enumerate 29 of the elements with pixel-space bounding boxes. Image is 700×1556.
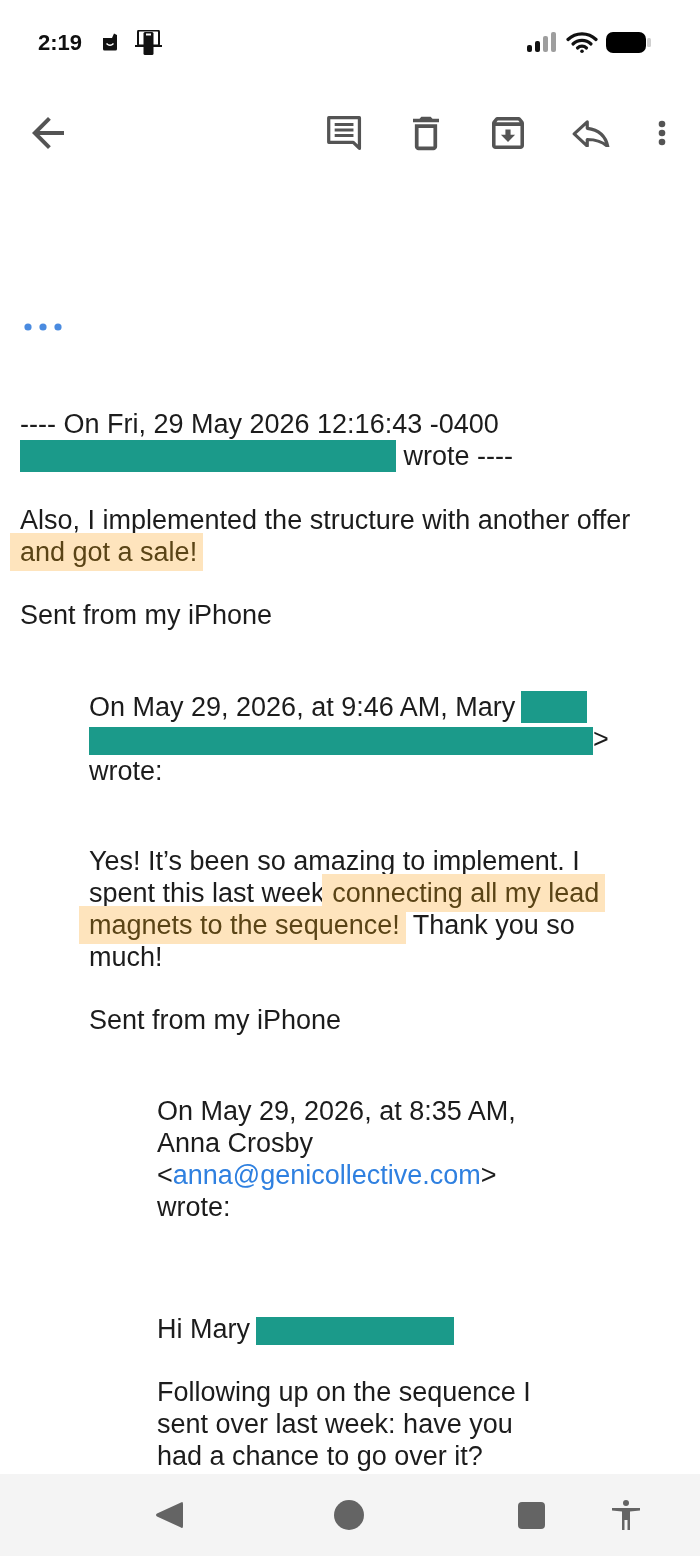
accessibility-icon — [612, 1500, 640, 1530]
quote-header-text: On May 29, 2026, at 8:35 AM, Anna Crosby <anna@genicollective.com> wrote: — [157, 1095, 517, 1223]
message-text: Following up on the sequence I sent over last week: have you had a chance to go over it? — [157, 1376, 532, 1472]
arrow-left-icon — [32, 117, 64, 149]
quote-header-text: ---- On Fri, 29 May 2026 12:16:43 -0400 wrote ---- — [20, 408, 514, 472]
circle-icon — [334, 1500, 364, 1530]
reply-arrow-icon — [572, 119, 610, 147]
message-text: Sent from my iPhone — [20, 599, 274, 631]
wifi-icon — [566, 31, 598, 53]
message-text: Hi Mary — [157, 1313, 552, 1345]
ellipsis-icon — [24, 323, 62, 331]
smiley-bag-icon — [102, 33, 119, 51]
status-time: 2:19 — [38, 28, 83, 57]
quote-header-text: On May 29, 2026, at 9:46 AM, Mary > wrote: — [89, 691, 610, 787]
highlighted-text: connecting all my lead — [322, 874, 606, 912]
trash-icon — [413, 115, 439, 151]
vertical-dots-icon — [658, 120, 666, 146]
email-link[interactable]: anna@genicollective.com — [172, 1160, 481, 1190]
battery-icon — [606, 31, 652, 53]
square-icon — [517, 1501, 545, 1529]
speech-bubble-icon — [326, 115, 362, 151]
triangle-icon — [155, 1500, 183, 1530]
highlighted-text: magnets to the sequence! — [79, 906, 406, 944]
signal-icon — [527, 32, 557, 52]
highlighted-text: and got a sale! — [10, 533, 204, 571]
phone-stand-icon — [135, 29, 163, 55]
redaction-bar — [521, 691, 588, 723]
message-text: Sent from my iPhone — [89, 1004, 343, 1036]
archive-box-icon — [492, 117, 524, 149]
